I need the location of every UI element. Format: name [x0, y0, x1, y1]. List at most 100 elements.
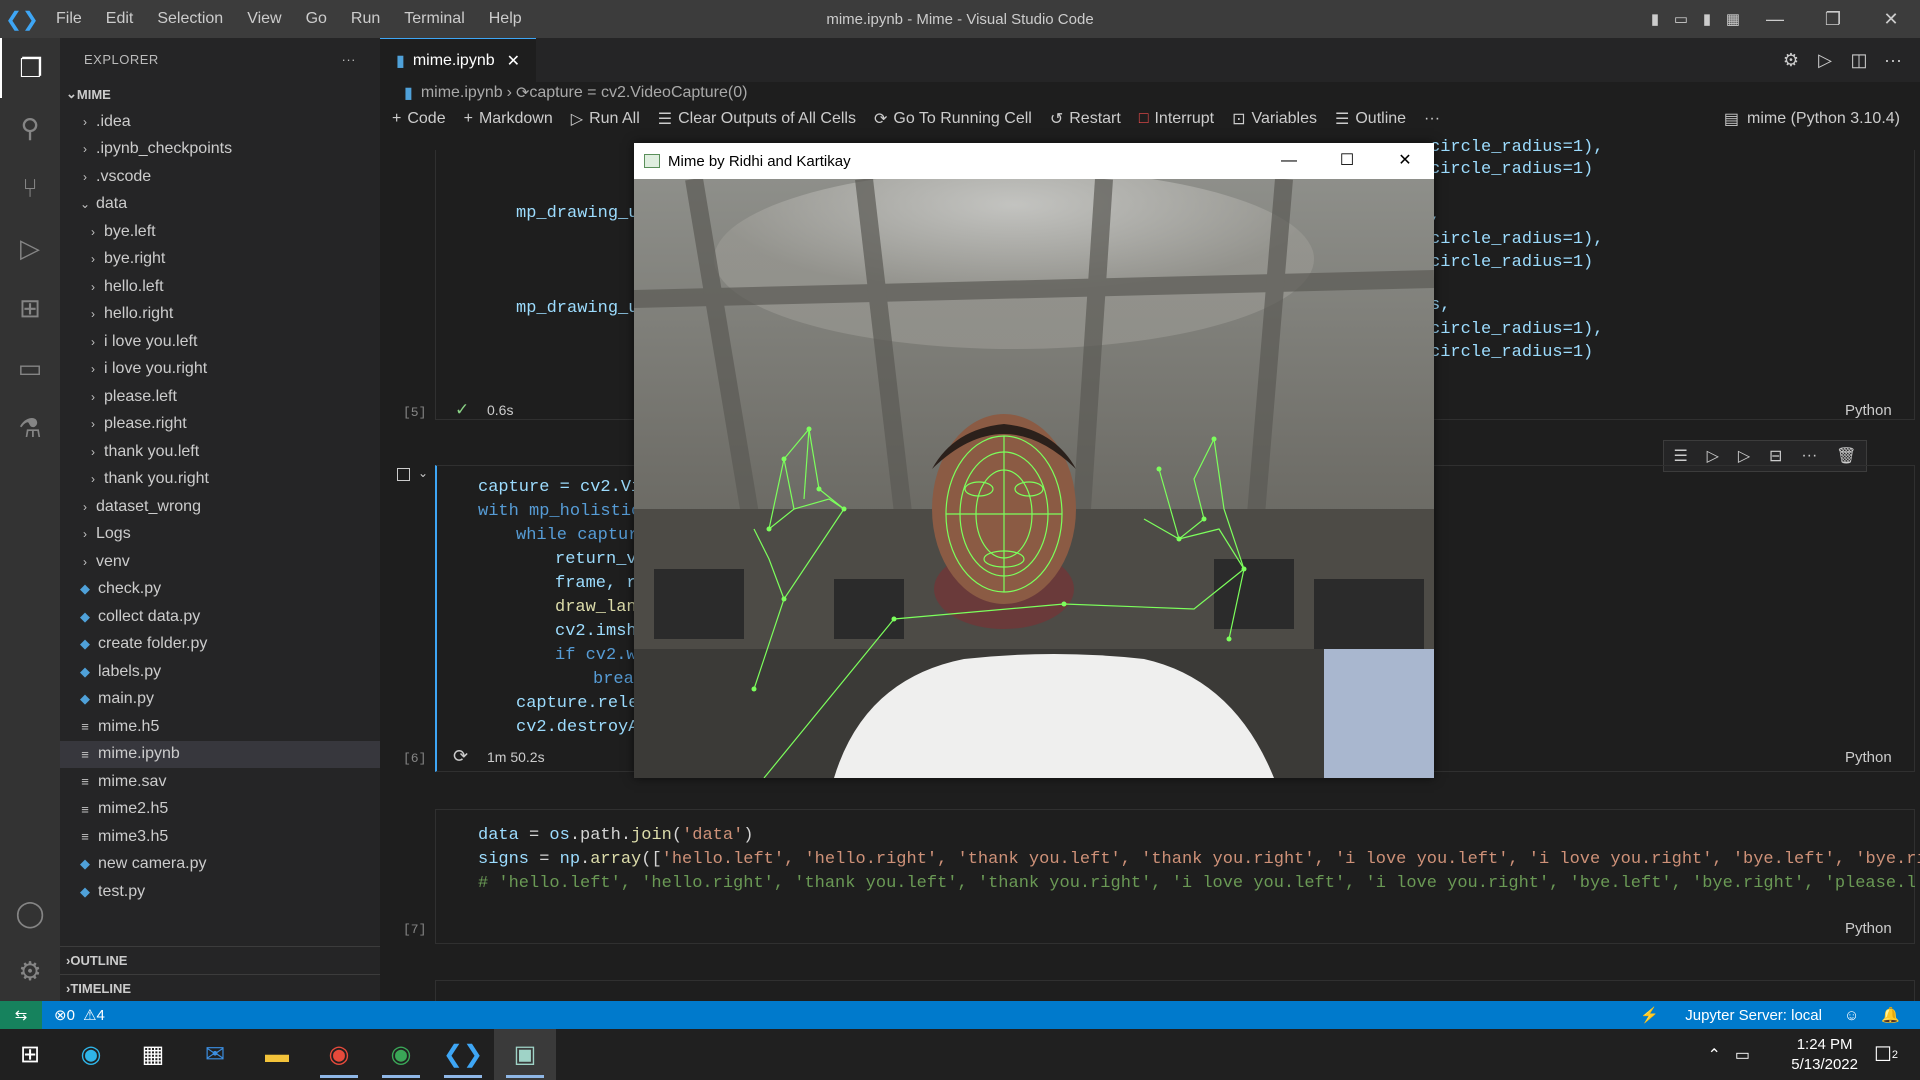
- vscode-taskbar-icon[interactable]: ❮❯: [432, 1029, 494, 1080]
- tree-folder[interactable]: › bye.right: [60, 246, 380, 274]
- chrome-icon[interactable]: ◉: [308, 1029, 370, 1080]
- search-icon[interactable]: ⚲: [0, 98, 60, 158]
- file-explorer-icon[interactable]: ▬: [246, 1029, 308, 1080]
- edge-browser-icon[interactable]: ◉: [60, 1029, 122, 1080]
- toggle-sidebar-icon[interactable]: ▮: [1642, 10, 1668, 28]
- store-icon[interactable]: ▦: [122, 1029, 184, 1080]
- explorer-more-icon[interactable]: ···: [342, 52, 357, 67]
- delete-cell-icon[interactable]: 🗑: [1836, 446, 1856, 466]
- split-cell-icon[interactable]: ⊟: [1769, 446, 1782, 466]
- tree-file[interactable]: ◆ create folder.py: [60, 631, 380, 659]
- variables-button[interactable]: ⊡ Variables: [1232, 109, 1317, 129]
- tree-folder[interactable]: › please.right: [60, 411, 380, 439]
- problems-indicator[interactable]: ⊗0 ⚠4: [54, 1006, 105, 1024]
- tray-chevron-up-icon[interactable]: ⌃: [1707, 1045, 1720, 1065]
- outline-section[interactable]: › OUTLINE: [60, 946, 380, 974]
- minimize-button[interactable]: —: [1746, 9, 1804, 30]
- add-code-button[interactable]: + Code: [392, 110, 446, 128]
- tree-folder[interactable]: › dataset_wrong: [60, 493, 380, 521]
- remote-indicator-icon[interactable]: ⇆: [0, 1001, 42, 1029]
- source-control-icon[interactable]: ⑂: [0, 158, 60, 218]
- tree-folder[interactable]: › hello.right: [60, 301, 380, 329]
- interrupt-button[interactable]: □ Interrupt: [1139, 110, 1214, 128]
- tree-file[interactable]: ◆ test.py: [60, 878, 380, 906]
- tree-folder[interactable]: › thank you.right: [60, 466, 380, 494]
- run-all-button[interactable]: ▷ Run All: [571, 109, 640, 129]
- breadcrumb-symbol[interactable]: capture = cv2.VideoCapture(0): [529, 84, 747, 102]
- tree-folder[interactable]: › Logs: [60, 521, 380, 549]
- minimize-button[interactable]: —: [1260, 143, 1318, 179]
- go-to-running-cell-button[interactable]: ⟳ Go To Running Cell: [874, 109, 1032, 129]
- tree-folder[interactable]: › hello.left: [60, 273, 380, 301]
- tree-file[interactable]: ≡ mime2.h5: [60, 796, 380, 824]
- tree-folder[interactable]: ⌄ data: [60, 191, 380, 219]
- toggle-panel-icon[interactable]: ▭: [1668, 10, 1694, 28]
- split-editor-icon[interactable]: ◫: [1842, 50, 1876, 71]
- jupyter-server-status[interactable]: ⚡ Jupyter Server: local: [1618, 1006, 1822, 1024]
- tree-folder[interactable]: › .vscode: [60, 163, 380, 191]
- extensions-icon[interactable]: ⊞: [0, 278, 60, 338]
- tree-folder[interactable]: › i love you.left: [60, 328, 380, 356]
- cell-language[interactable]: Python: [1845, 402, 1892, 419]
- accounts-icon[interactable]: ◯: [0, 883, 60, 943]
- breadcrumb-file[interactable]: mime.ipynb: [421, 84, 503, 102]
- battery-icon[interactable]: ▭: [1735, 1045, 1750, 1065]
- tree-folder[interactable]: › bye.left: [60, 218, 380, 246]
- tree-file[interactable]: ≡ mime.ipynb: [60, 740, 380, 768]
- restart-button[interactable]: ↺ Restart: [1050, 109, 1121, 129]
- settings-gear-icon[interactable]: ⚙: [0, 941, 60, 1001]
- maximize-button[interactable]: ☐: [1318, 143, 1376, 179]
- camera-window-titlebar[interactable]: Mime by Ridhi and Kartikay — ☐ ✕: [634, 143, 1434, 179]
- chrome-profile-icon[interactable]: ◉: [370, 1029, 432, 1080]
- tree-file[interactable]: ◆ collect data.py: [60, 603, 380, 631]
- tree-file[interactable]: ◆ check.py: [60, 576, 380, 604]
- more-actions-icon[interactable]: ···: [1876, 50, 1910, 71]
- execute-below-icon[interactable]: ▷: [1738, 446, 1750, 466]
- cell-focus-indicator[interactable]: [397, 468, 410, 481]
- notifications-bell-icon[interactable]: 🔔: [1881, 1006, 1900, 1024]
- remote-explorer-icon[interactable]: ▭: [0, 338, 60, 398]
- menu-item-selection[interactable]: Selection: [157, 10, 223, 27]
- menu-item-terminal[interactable]: Terminal: [404, 10, 464, 27]
- mail-icon[interactable]: ✉: [184, 1029, 246, 1080]
- action-center-icon[interactable]: ☐ 2: [1866, 1029, 1906, 1080]
- tree-file[interactable]: ≡ mime.h5: [60, 713, 380, 741]
- menu-item-edit[interactable]: Edit: [106, 10, 134, 27]
- tree-folder[interactable]: › .ipynb_checkpoints: [60, 136, 380, 164]
- testing-icon[interactable]: ⚗: [0, 398, 60, 458]
- tree-file[interactable]: ◆ labels.py: [60, 658, 380, 686]
- run-debug-icon[interactable]: ▷: [0, 218, 60, 278]
- customize-layout-icon[interactable]: ▦: [1720, 10, 1746, 28]
- explorer-icon[interactable]: ❐: [0, 38, 60, 98]
- menu-item-help[interactable]: Help: [489, 10, 522, 27]
- menu-item-file[interactable]: File: [56, 10, 82, 27]
- tree-folder[interactable]: › .idea: [60, 108, 380, 136]
- close-button[interactable]: ✕: [1862, 9, 1920, 30]
- close-button[interactable]: ✕: [1376, 143, 1434, 179]
- tree-folder[interactable]: › i love you.right: [60, 356, 380, 384]
- camera-window[interactable]: Mime by Ridhi and Kartikay — ☐ ✕: [634, 143, 1434, 778]
- run-by-line-icon[interactable]: ☰: [1673, 446, 1687, 466]
- restore-button[interactable]: ❐: [1804, 9, 1862, 30]
- menu-item-go[interactable]: Go: [306, 10, 327, 27]
- timeline-section[interactable]: › TIMELINE: [60, 974, 380, 1002]
- clock[interactable]: 1:24 PM 5/13/2022: [1791, 1029, 1858, 1080]
- tree-folder[interactable]: › please.left: [60, 383, 380, 411]
- kernel-picker[interactable]: ▤ mime (Python 3.10.4): [1724, 104, 1900, 134]
- cell-language[interactable]: Python: [1845, 920, 1892, 937]
- cell-language[interactable]: Python: [1845, 749, 1892, 766]
- cell-more-icon[interactable]: ···: [1801, 447, 1817, 465]
- cell-8[interactable]: [435, 980, 1915, 1001]
- toolbar-more-icon[interactable]: ···: [1424, 110, 1440, 128]
- tree-folder[interactable]: › venv: [60, 548, 380, 576]
- tree-file[interactable]: ◆ new camera.py: [60, 851, 380, 879]
- start-windows-icon[interactable]: ⊞: [0, 1029, 60, 1080]
- close-tab-icon[interactable]: ✕: [507, 51, 520, 71]
- clear-outputs-button[interactable]: ☰ Clear Outputs of All Cells: [658, 109, 856, 129]
- tree-file[interactable]: ≡ mime3.h5: [60, 823, 380, 851]
- tree-file[interactable]: ◆ main.py: [60, 686, 380, 714]
- tab-mime-ipynb[interactable]: ▮ mime.ipynb ✕: [380, 38, 537, 82]
- workspace-root[interactable]: ⌄ MIME: [60, 80, 380, 108]
- menu-item-run[interactable]: Run: [351, 10, 380, 27]
- python-window-icon[interactable]: ▣: [494, 1029, 556, 1080]
